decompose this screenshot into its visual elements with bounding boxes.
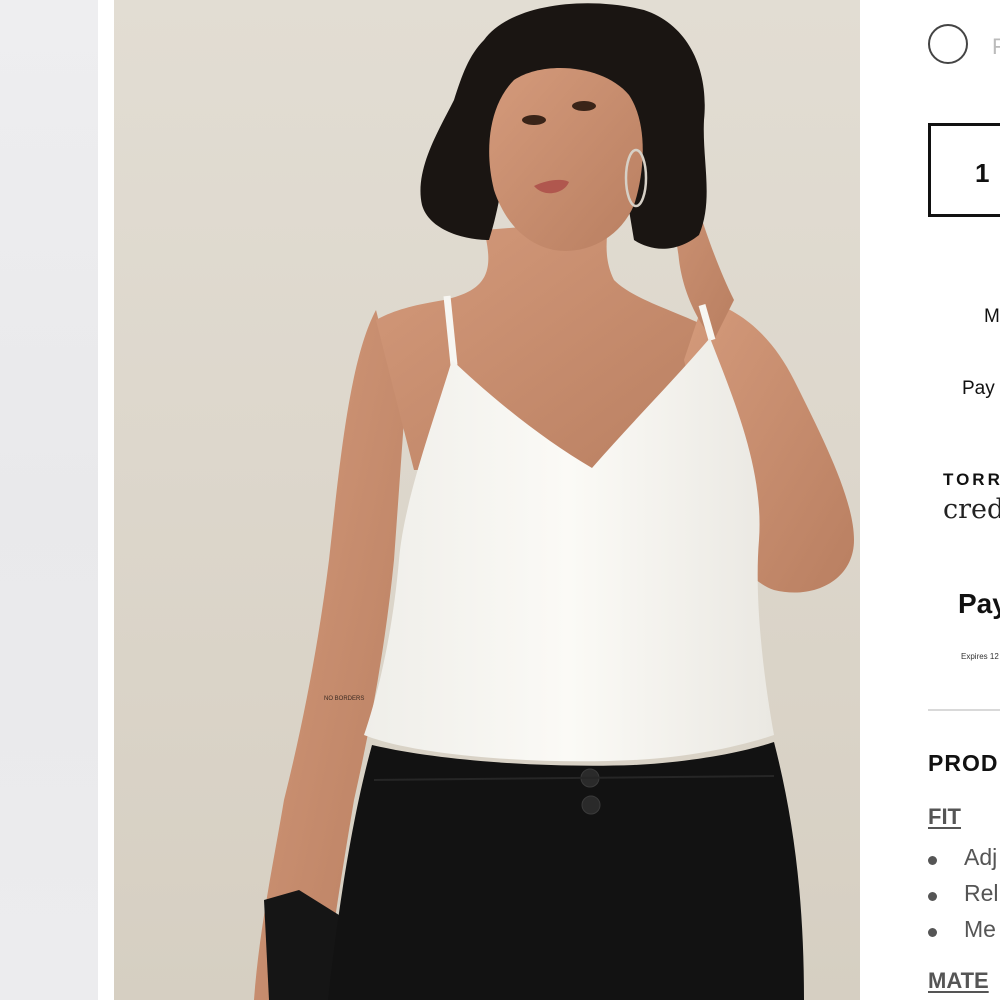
- paypal-offer-expiry: Expires 12: [961, 652, 999, 661]
- bullet-icon: [928, 928, 937, 937]
- fit-list: Adj Rel Me: [928, 844, 1000, 952]
- product-page: NO BORDERS F 1 M Pay TORR cred Pay Expir…: [0, 0, 1000, 1000]
- previous-image-thumbnail[interactable]: [0, 0, 98, 1000]
- fit-list-item: Rel: [928, 880, 1000, 916]
- fit-heading[interactable]: FIT: [928, 804, 961, 830]
- quantity-value: 1: [975, 158, 990, 188]
- pants-button-2: [581, 795, 601, 815]
- promo-text-2: Pay: [962, 378, 995, 399]
- gallery-gap: [98, 0, 114, 1000]
- section-divider: [928, 709, 1000, 711]
- paypal-offer-logo[interactable]: Pay: [958, 588, 1000, 620]
- color-swatch[interactable]: [928, 24, 968, 64]
- promo-text-1: M: [984, 306, 1000, 327]
- fit-item-text: Me: [964, 916, 996, 942]
- product-main-image[interactable]: NO BORDERS: [114, 0, 860, 1000]
- left-eye: [522, 115, 546, 125]
- bullet-icon: [928, 856, 937, 865]
- arm-tattoo-text: NO BORDERS: [324, 696, 364, 702]
- face: [489, 68, 643, 251]
- materials-heading[interactable]: MATE: [928, 968, 989, 994]
- product-details-heading: PROD: [928, 750, 999, 776]
- fit-item-text: Adj: [964, 844, 998, 870]
- fit-list-item: Me: [928, 916, 1000, 952]
- fit-list-item: Adj: [928, 844, 1000, 880]
- fit-item-text: Rel: [964, 880, 999, 906]
- color-swatch-label: F: [992, 34, 1000, 59]
- torrid-credit-logo-brand[interactable]: TORR: [943, 470, 1000, 490]
- bullet-icon: [928, 892, 937, 901]
- torrid-credit-logo-script[interactable]: cred: [943, 494, 1000, 525]
- right-eye: [572, 101, 596, 111]
- model-photo-illustration: NO BORDERS: [254, 3, 854, 1000]
